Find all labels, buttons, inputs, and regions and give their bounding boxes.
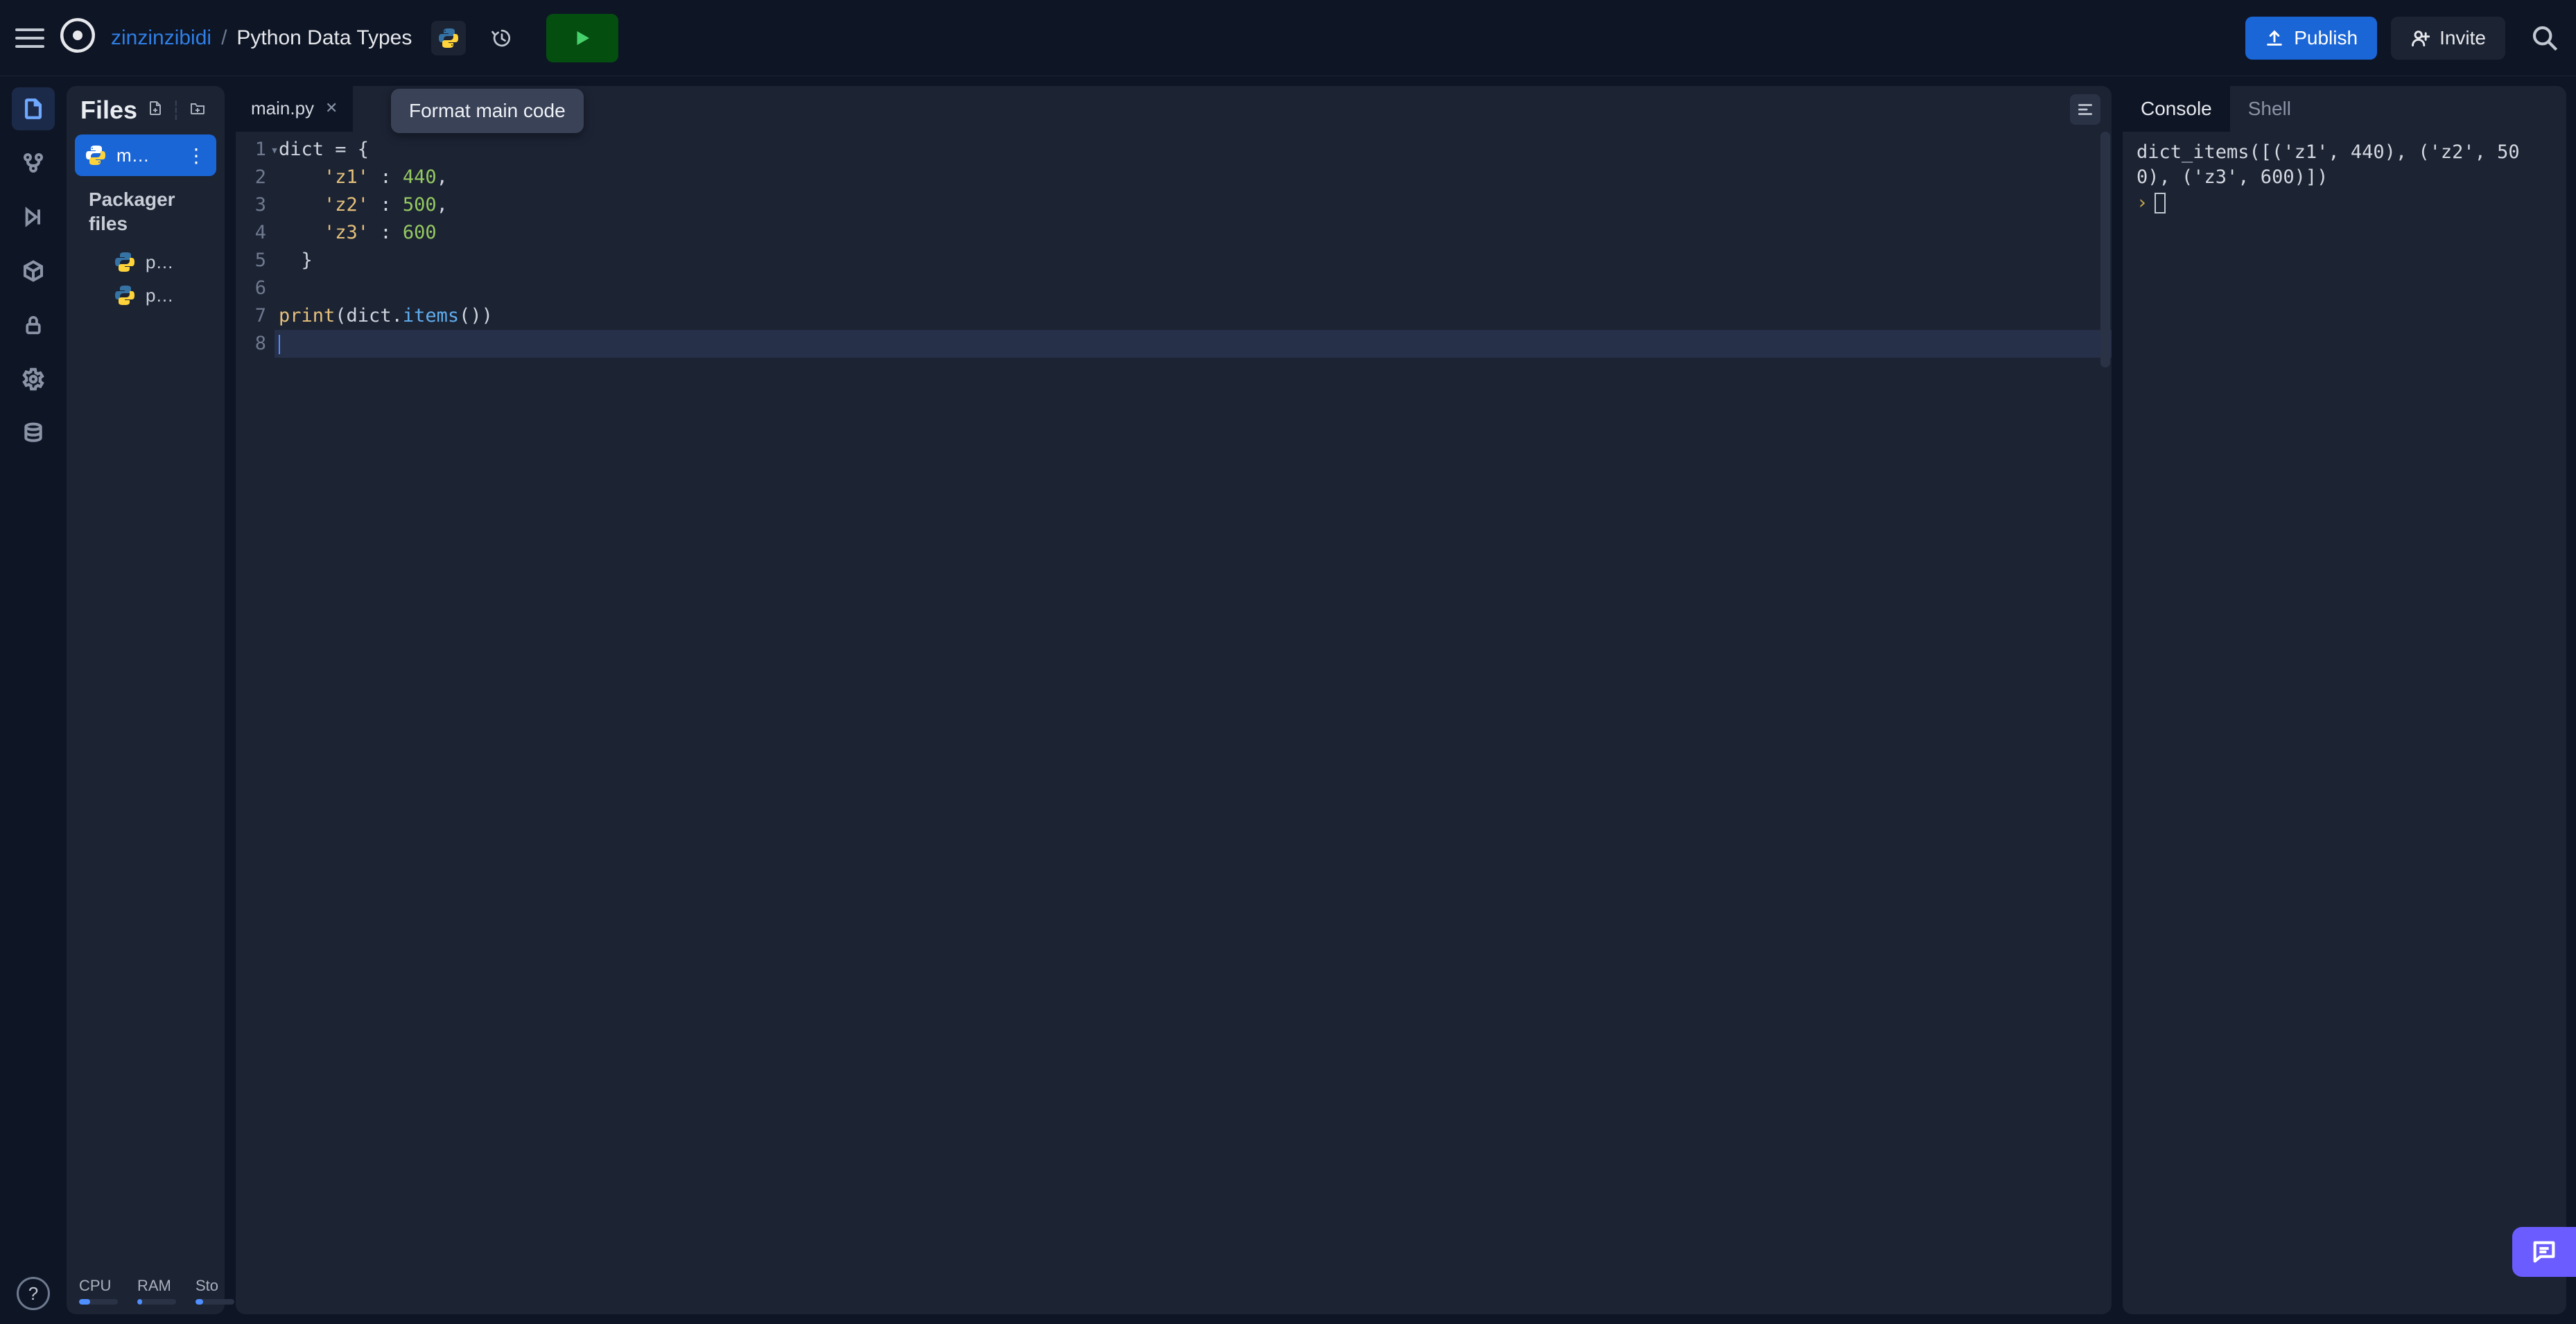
code-editor: main.py ✕ Format main code 1 2 3 4 5 6 7… [236, 86, 2112, 1314]
new-folder-icon[interactable] [189, 100, 207, 121]
line-gutter: 1 2 3 4 5 6 7 8 [236, 136, 275, 1314]
run-button[interactable] [546, 14, 618, 62]
console-cursor [2155, 193, 2166, 214]
breadcrumb-user[interactable]: zinzinzibidi [111, 26, 211, 50]
meter-ram[interactable]: RAM [137, 1277, 176, 1305]
packager-file-1[interactable]: p… [75, 245, 216, 279]
chat-fab[interactable] [2512, 1227, 2576, 1277]
search-button[interactable] [2529, 22, 2561, 54]
format-code-button[interactable] [2070, 94, 2100, 125]
replit-logo[interactable] [58, 16, 97, 60]
file-menu-icon[interactable]: ⋮ [186, 144, 207, 167]
help-button[interactable]: ? [17, 1277, 50, 1310]
close-tab-icon[interactable]: ✕ [325, 99, 338, 117]
console-output[interactable]: dict_items([('z1', 440), ('z2', 500), ('… [2123, 132, 2566, 1314]
console-panel: Console Shell dict_items([('z1', 440), (… [2123, 86, 2566, 1314]
invite-label: Invite [2439, 27, 2486, 49]
tool-rail: ? [0, 76, 67, 1324]
rail-database[interactable] [12, 412, 55, 455]
console-output-text: dict_items([('z1', 440), ('z2', 500), ('… [2136, 141, 2520, 188]
meter-sto-label: Sto [195, 1277, 234, 1295]
meter-storage[interactable]: Sto [195, 1277, 234, 1305]
rail-files[interactable] [12, 87, 55, 130]
packager-file-2-label: p… [146, 285, 173, 306]
editor-tab-main[interactable]: main.py ✕ [236, 86, 353, 132]
packager-section-title: Packager files [75, 187, 216, 245]
breadcrumb-sep: / [221, 26, 227, 50]
editor-scrollbar[interactable] [2100, 132, 2110, 367]
new-file-icon[interactable] [147, 100, 164, 121]
resource-meters: CPU RAM Sto [75, 1277, 216, 1305]
language-badge[interactable] [431, 21, 466, 55]
files-heading: Files [80, 96, 137, 125]
topbar: zinzinzibidi / Python Data Types Publish… [0, 0, 2576, 76]
rail-settings[interactable] [12, 358, 55, 401]
console-tab-console[interactable]: Console [2123, 86, 2230, 132]
publish-label: Publish [2294, 27, 2358, 49]
editor-body[interactable]: 1 2 3 4 5 6 7 8 dict = { 'z1' : 440, 'z2… [236, 132, 2112, 1314]
rail-version-control[interactable] [12, 141, 55, 184]
packager-file-2[interactable]: p… [75, 279, 216, 312]
toolbar-divider: ┆ [171, 100, 182, 121]
file-name: m… [116, 145, 150, 166]
rail-packages[interactable] [12, 250, 55, 293]
file-main-py[interactable]: m… ⋮ [75, 134, 216, 176]
breadcrumb: zinzinzibidi / Python Data Types [111, 26, 412, 50]
files-panel: Files ┆ m… ⋮ Packager files p… p… [67, 86, 225, 1314]
console-tab-shell[interactable]: Shell [2230, 86, 2309, 132]
history-button[interactable] [488, 24, 516, 52]
rail-secrets[interactable] [12, 304, 55, 347]
meter-cpu[interactable]: CPU [79, 1277, 118, 1305]
rail-debugger[interactable] [12, 195, 55, 238]
format-tooltip: Format main code [391, 89, 584, 133]
meter-cpu-label: CPU [79, 1277, 118, 1295]
menu-button[interactable] [15, 24, 44, 53]
packager-file-1-label: p… [146, 252, 173, 273]
breadcrumb-project[interactable]: Python Data Types [236, 26, 412, 50]
editor-tab-label: main.py [251, 98, 314, 119]
invite-button[interactable]: Invite [2391, 17, 2505, 60]
code-content[interactable]: dict = { 'z1' : 440, 'z2' : 500, 'z3' : … [275, 136, 2112, 1314]
publish-button[interactable]: Publish [2245, 17, 2377, 60]
console-prompt: › [2136, 192, 2148, 214]
meter-ram-label: RAM [137, 1277, 176, 1295]
